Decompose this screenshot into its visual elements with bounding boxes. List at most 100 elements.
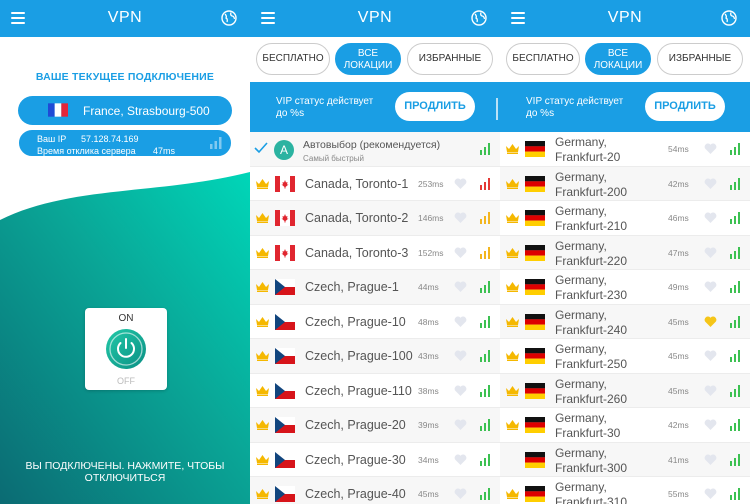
heart-icon[interactable] bbox=[454, 350, 467, 362]
globe-icon[interactable] bbox=[471, 10, 487, 26]
power-icon[interactable] bbox=[106, 329, 146, 369]
server-ping: 45ms bbox=[418, 489, 439, 499]
server-ping: 43ms bbox=[418, 351, 439, 361]
heart-icon[interactable] bbox=[704, 212, 717, 224]
list-item[interactable]: Czech, Prague-30 34ms bbox=[250, 442, 500, 477]
list-item[interactable]: Germany, Frankfurt-240 45ms bbox=[500, 304, 750, 339]
top-bar: VPN bbox=[250, 0, 500, 37]
tab-favorites[interactable]: ИЗБРАННЫЕ bbox=[657, 43, 743, 75]
connection-info: Ваш IP 57.128.74.169 Время отклика серве… bbox=[18, 129, 232, 157]
vip-status-text: VIP статус действует до %s bbox=[526, 96, 624, 119]
crown-icon bbox=[256, 247, 269, 258]
list-item[interactable]: Germany, Frankfurt-210 46ms bbox=[500, 201, 750, 236]
heart-icon[interactable] bbox=[704, 143, 717, 155]
heart-icon[interactable] bbox=[454, 281, 467, 293]
top-bar: VPN bbox=[500, 0, 750, 37]
list-item[interactable]: Czech, Prague-10 48ms bbox=[250, 304, 500, 339]
list-item[interactable]: Canada, Toronto-1 253ms bbox=[250, 166, 500, 201]
signal-bars-icon bbox=[730, 281, 740, 293]
list-item[interactable]: Germany, Frankfurt-300 41ms bbox=[500, 442, 750, 477]
tab-all-locations[interactable]: ВСЕ ЛОКАЦИИ bbox=[335, 43, 401, 75]
crown-icon bbox=[506, 144, 519, 154]
heart-icon[interactable] bbox=[704, 247, 717, 259]
heart-icon[interactable] bbox=[454, 212, 467, 224]
list-item[interactable]: Germany, Frankfurt-20 54ms bbox=[500, 132, 750, 167]
list-item[interactable]: Germany, Frankfurt-250 45ms bbox=[500, 339, 750, 374]
list-item[interactable]: Germany, Frankfurt-230 49ms bbox=[500, 270, 750, 305]
signal-bars-icon bbox=[480, 488, 490, 500]
server-name: Czech, Prague-100 bbox=[305, 349, 413, 363]
server-name: Germany, Frankfurt-230 bbox=[555, 273, 628, 302]
germany-flag-icon bbox=[525, 210, 545, 226]
renew-button[interactable]: ПРОДЛИТЬ bbox=[395, 92, 475, 121]
heart-icon[interactable] bbox=[454, 488, 467, 500]
server-name: Germany, Frankfurt-260 bbox=[555, 376, 628, 406]
server-list: A Автовыбор (рекомендуется) Самый быстры… bbox=[250, 132, 500, 504]
heart-icon[interactable] bbox=[454, 385, 467, 397]
germany-flag-icon bbox=[525, 244, 545, 261]
heart-icon[interactable] bbox=[704, 419, 717, 431]
list-item[interactable]: Germany, Frankfurt-220 47ms bbox=[500, 235, 750, 270]
signal-bars-icon bbox=[730, 212, 740, 224]
heart-icon[interactable] bbox=[704, 454, 717, 466]
heart-icon[interactable] bbox=[704, 316, 717, 328]
connection-status-text[interactable]: ВЫ ПОДКЛЮЧЕНЫ. НАЖМИТЕ, ЧТОБЫ ОТКЛЮЧИТЬС… bbox=[10, 460, 240, 484]
crown-icon bbox=[256, 385, 269, 396]
tab-free[interactable]: БЕСПЛАТНО bbox=[256, 43, 330, 75]
server-name: Canada, Toronto-2 bbox=[305, 211, 409, 225]
czech-flag-icon bbox=[275, 313, 295, 330]
signal-bars-icon bbox=[480, 419, 490, 431]
ping-label: Время отклика сервера bbox=[37, 146, 136, 156]
server-name: Czech, Prague-10 bbox=[305, 314, 406, 329]
list-item[interactable]: Czech, Prague-110 38ms bbox=[250, 373, 500, 408]
list-item[interactable]: Germany, Frankfurt-310 55ms bbox=[500, 477, 750, 504]
list-item[interactable]: Czech, Prague-100 43ms bbox=[250, 339, 500, 374]
tab-free[interactable]: БЕСПЛАТНО bbox=[506, 43, 580, 75]
tab-all-locations[interactable]: ВСЕ ЛОКАЦИИ bbox=[585, 43, 651, 75]
server-ping: 45ms bbox=[668, 351, 689, 361]
power-toggle-card[interactable]: ON OFF bbox=[85, 308, 167, 390]
app-title: VPN bbox=[107, 9, 143, 26]
list-item[interactable]: Germany, Frankfurt-200 42ms bbox=[500, 166, 750, 201]
heart-icon[interactable] bbox=[454, 419, 467, 431]
tab-favorites[interactable]: ИЗБРАННЫЕ bbox=[407, 43, 493, 75]
server-name: Germany, Frankfurt-240 bbox=[555, 307, 628, 337]
server-name: Germany, Frankfurt-310 bbox=[555, 480, 628, 504]
list-item[interactable]: Germany, Frankfurt-260 45ms bbox=[500, 373, 750, 408]
crown-icon bbox=[506, 385, 519, 396]
connection-screen: VPN ВАШЕ ТЕКУЩЕЕ ПОДКЛЮЧЕНИЕ France, Str… bbox=[0, 0, 250, 504]
list-item[interactable]: Czech, Prague-40 45ms bbox=[250, 477, 500, 504]
server-name: Germany, Frankfurt-30 bbox=[555, 411, 621, 440]
renew-button[interactable]: ПРОДЛИТЬ bbox=[645, 92, 725, 121]
server-ping: 146ms bbox=[418, 213, 444, 223]
heart-icon[interactable] bbox=[454, 454, 467, 466]
list-item[interactable]: Canada, Toronto-2 146ms bbox=[250, 201, 500, 236]
heart-icon[interactable] bbox=[454, 316, 467, 328]
heart-icon[interactable] bbox=[704, 281, 717, 293]
heart-icon[interactable] bbox=[704, 350, 717, 362]
location-tabs: БЕСПЛАТНО ВСЕ ЛОКАЦИИ ИЗБРАННЫЕ bbox=[250, 37, 500, 82]
signal-bars-icon bbox=[730, 143, 740, 155]
heart-icon[interactable] bbox=[704, 178, 717, 190]
server-name: Canada, Toronto-1 bbox=[305, 176, 409, 191]
signal-bars-icon bbox=[730, 246, 740, 259]
list-item[interactable]: Czech, Prague-20 39ms bbox=[250, 408, 500, 443]
heart-icon[interactable] bbox=[704, 488, 717, 500]
server-name: Germany, Frankfurt-20 bbox=[555, 135, 621, 164]
scrollbar[interactable] bbox=[496, 98, 498, 120]
crown-icon bbox=[506, 420, 519, 430]
locations-screen-scrolled: VPN БЕСПЛАТНО ВСЕ ЛОКАЦИИ ИЗБРАННЫЕ VIP с… bbox=[500, 0, 750, 504]
heart-icon[interactable] bbox=[454, 247, 467, 259]
list-item[interactable]: Germany, Frankfurt-30 42ms bbox=[500, 408, 750, 443]
globe-icon[interactable] bbox=[221, 10, 237, 26]
globe-icon[interactable] bbox=[721, 10, 737, 26]
heart-icon[interactable] bbox=[704, 385, 717, 397]
list-item[interactable]: Czech, Prague-1 44ms bbox=[250, 270, 500, 305]
list-item[interactable]: Canada, Toronto-3 152ms bbox=[250, 235, 500, 270]
heart-icon[interactable] bbox=[454, 178, 467, 190]
germany-flag-icon bbox=[525, 486, 545, 502]
server-ping: 253ms bbox=[418, 178, 444, 189]
signal-bars-icon bbox=[480, 177, 490, 190]
list-item-auto-select[interactable]: A Автовыбор (рекомендуется) Самый быстры… bbox=[250, 132, 500, 167]
current-location-button[interactable]: France, Strasbourg-500 bbox=[18, 96, 232, 125]
